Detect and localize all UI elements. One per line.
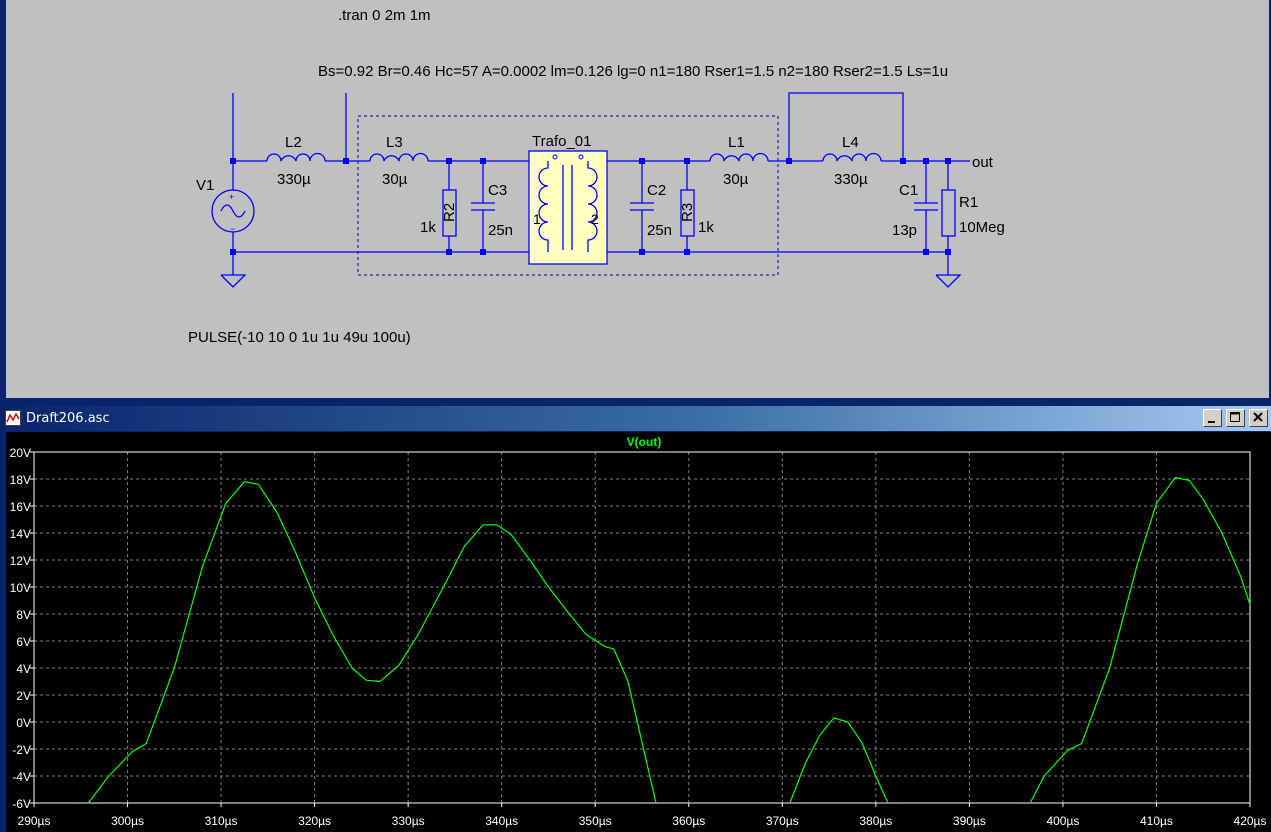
- x-tick-label: 340µs: [485, 814, 518, 828]
- x-tick-label: 420µs: [1234, 814, 1267, 828]
- l2-name[interactable]: L2: [285, 134, 302, 151]
- y-tick-label: 12V: [10, 554, 31, 568]
- y-tick-label: 2V: [16, 689, 31, 703]
- r1-name[interactable]: R1: [959, 194, 978, 211]
- y-tick-label: 14V: [10, 527, 31, 541]
- waveform-app-icon: [5, 410, 21, 426]
- tran-directive[interactable]: .tran 0 2m 1m: [338, 7, 431, 24]
- y-tick-label: 6V: [16, 635, 31, 649]
- c2-value[interactable]: 25n: [647, 222, 672, 239]
- y-tick-label: -6V: [12, 797, 31, 811]
- trafo-pin2-label: 2: [591, 211, 599, 227]
- x-axis-ticks: 290µs 300µs 310µs 320µs 330µs 340µs 350µs 360µs…: [18, 803, 1267, 828]
- r2-value[interactable]: 1k: [420, 219, 436, 236]
- minimize-icon: [1208, 421, 1215, 423]
- waveform-window-titlebar[interactable]: Draft206.asc: [0, 406, 1271, 431]
- l1-value[interactable]: 30µ: [723, 171, 749, 188]
- r3-name[interactable]: R3: [679, 203, 696, 222]
- r1-value[interactable]: 10Meg: [959, 219, 1005, 236]
- y-tick-label: 0V: [16, 716, 31, 730]
- v1-minus-sign: −: [230, 224, 235, 234]
- waveform-window-title: Draft206.asc: [26, 411, 110, 426]
- x-tick-label: 290µs: [18, 814, 51, 828]
- l2-value[interactable]: 330µ: [277, 171, 311, 188]
- trace-segment: [789, 717, 889, 804]
- c1-value[interactable]: 13p: [892, 222, 917, 239]
- x-tick-label: 380µs: [859, 814, 892, 828]
- c1-name[interactable]: C1: [899, 182, 918, 199]
- x-tick-label: 410µs: [1140, 814, 1173, 828]
- y-tick-label: -2V: [12, 743, 31, 757]
- x-tick-label: 330µs: [392, 814, 425, 828]
- trace-segment: [87, 481, 657, 804]
- l4-value[interactable]: 330µ: [834, 171, 868, 188]
- y-tick-label: 4V: [16, 662, 31, 676]
- y-tick-label: 18V: [10, 473, 31, 487]
- close-button[interactable]: [1249, 409, 1268, 427]
- x-tick-label: 370µs: [766, 814, 799, 828]
- x-tick-label: 300µs: [111, 814, 144, 828]
- pulse-source-spec[interactable]: PULSE(-10 10 0 1u 1u 49u 100u): [188, 329, 411, 346]
- v1-plus-sign: +: [229, 192, 234, 202]
- trafo-pin1-label: 1: [533, 211, 541, 227]
- left-window-edge: [0, 0, 6, 398]
- x-tick-label: 350µs: [579, 814, 612, 828]
- y-axis-ticks: 20V 18V 16V 14V 12V 10V 8V 6V 4V 2V 0V -2V -4V -6V: [10, 446, 34, 811]
- l4-name[interactable]: L4: [842, 134, 859, 151]
- l1-name[interactable]: L1: [728, 134, 745, 151]
- y-tick-label: 8V: [16, 608, 31, 622]
- r2-name[interactable]: R2: [441, 203, 458, 222]
- c3-value[interactable]: 25n: [488, 222, 513, 239]
- maximize-icon: [1230, 412, 1240, 422]
- schematic-canvas[interactable]: .tran 0 2m 1m Bs=0.92 Br=0.46 Hc=57 A=0.…: [0, 0, 1271, 398]
- close-icon: [1253, 412, 1263, 422]
- trafo-symbol[interactable]: [528, 150, 608, 265]
- trafo-name[interactable]: Trafo_01: [532, 133, 591, 150]
- x-tick-label: 400µs: [1046, 814, 1079, 828]
- y-tick-label: 20V: [10, 446, 31, 460]
- c3-name[interactable]: C3: [488, 182, 507, 199]
- y-tick-label: 16V: [10, 500, 31, 514]
- l3-name[interactable]: L3: [386, 134, 403, 151]
- r3-value[interactable]: 1k: [698, 219, 714, 236]
- y-tick-label: -4V: [12, 770, 31, 784]
- minimize-button[interactable]: [1203, 409, 1222, 427]
- trace-vout[interactable]: [87, 476, 1251, 804]
- waveform-plot-area[interactable]: 20V 18V 16V 14V 12V 10V 8V 6V 4V 2V 0V -2V -4V -6V 29…: [6, 432, 1271, 832]
- x-tick-label: 320µs: [298, 814, 331, 828]
- model-params-directive[interactable]: Bs=0.92 Br=0.46 Hc=57 A=0.0002 lm=0.126 …: [318, 63, 948, 80]
- x-tick-label: 360µs: [672, 814, 705, 828]
- trace-label-vout[interactable]: V(out): [627, 435, 662, 449]
- x-tick-label: 310µs: [205, 814, 238, 828]
- y-tick-label: 10V: [10, 581, 31, 595]
- c2-name[interactable]: C2: [647, 182, 666, 199]
- l3-value[interactable]: 30µ: [382, 171, 408, 188]
- out-net-label[interactable]: out: [972, 154, 994, 171]
- v1-label[interactable]: V1: [196, 177, 214, 194]
- maximize-button[interactable]: [1226, 409, 1245, 427]
- x-tick-label: 390µs: [953, 814, 986, 828]
